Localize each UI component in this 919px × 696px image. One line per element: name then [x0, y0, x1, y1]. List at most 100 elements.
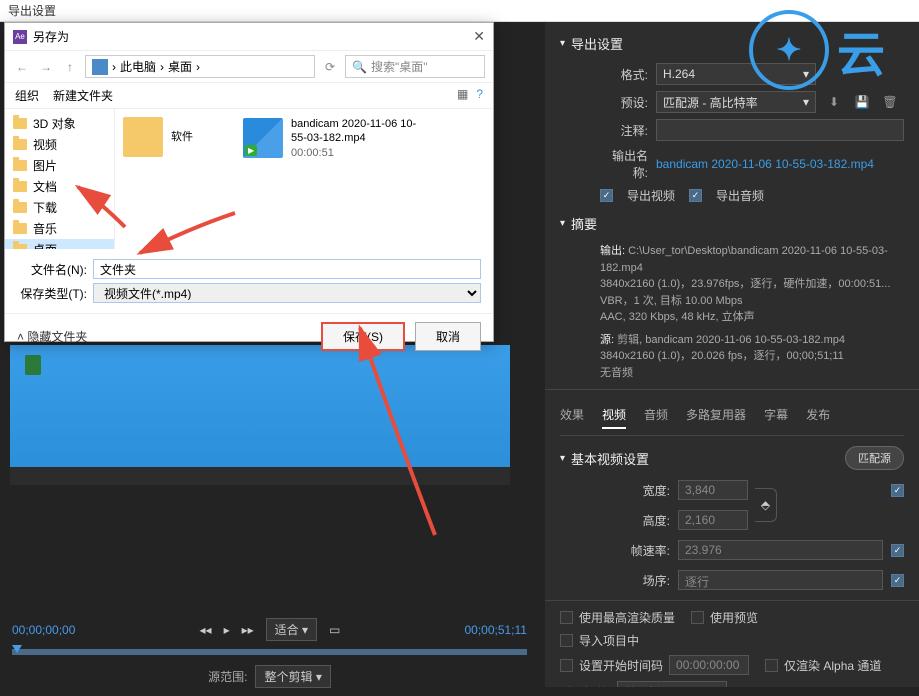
- up-arrow-icon[interactable]: ↑: [61, 58, 79, 76]
- fps-match-checkbox[interactable]: ✓: [891, 544, 904, 557]
- save-as-dialog: Ae 另存为 ✕ ← → ↑ › 此电脑 › 桌面 › ⟳ 🔍 搜索"桌面" 组…: [4, 22, 494, 342]
- import-project-label: 导入项目中: [579, 632, 639, 649]
- folder-thumb-icon: [123, 117, 163, 157]
- height-input[interactable]: 2,160: [678, 510, 748, 530]
- file-name: 软件: [171, 130, 193, 144]
- width-match-checkbox[interactable]: ✓: [891, 484, 904, 497]
- sidebar-label: 文档: [33, 178, 57, 195]
- breadcrumb-sep: ›: [112, 60, 116, 74]
- organize-button[interactable]: 组织: [15, 87, 39, 104]
- app-icon: Ae 另存为: [13, 28, 69, 45]
- summary-out-spec: 3840x2160 (1.0)，23.976fps，逐行，硬件加速，00:00:…: [600, 278, 890, 290]
- file-duration: 00:00:51: [291, 146, 423, 160]
- tab-multiplexer[interactable]: 多路复用器: [686, 406, 746, 429]
- start-tc-checkbox[interactable]: [560, 659, 573, 672]
- save-button[interactable]: 保存(S): [321, 322, 405, 351]
- sidebar-label: 音乐: [33, 220, 57, 237]
- width-input[interactable]: 3,840: [678, 480, 748, 500]
- folder-icon: [13, 223, 27, 234]
- max-quality-checkbox[interactable]: [560, 611, 573, 624]
- new-folder-button[interactable]: 新建文件夹: [53, 87, 113, 104]
- search-input[interactable]: 🔍 搜索"桌面": [345, 55, 485, 78]
- timeline-start-time[interactable]: 00;00;00;00: [12, 623, 75, 637]
- interp-dropdown[interactable]: 帧采样 ▾: [617, 681, 727, 687]
- sidebar-item-downloads[interactable]: 下载: [5, 197, 114, 218]
- close-button[interactable]: ✕: [473, 28, 485, 45]
- forward-arrow-icon[interactable]: →: [37, 58, 55, 76]
- source-range-value: 整个剪辑: [264, 670, 312, 684]
- sidebar-item-pictures[interactable]: 图片: [5, 155, 114, 176]
- field-order-dropdown[interactable]: 逐行: [678, 570, 883, 590]
- comment-input[interactable]: [656, 119, 904, 141]
- watermark-icon: ✦: [749, 10, 829, 90]
- chevron-down-icon: ▾: [560, 218, 565, 229]
- breadcrumb-pc[interactable]: 此电脑: [120, 58, 156, 75]
- sidebar-item-3d[interactable]: 3D 对象: [5, 113, 114, 134]
- search-icon: 🔍: [352, 60, 367, 74]
- view-icon[interactable]: ▦: [457, 87, 468, 104]
- play-icon[interactable]: ▸: [224, 623, 230, 637]
- hide-folders-toggle[interactable]: ˄ 隐藏文件夹: [17, 328, 87, 345]
- source-range-dropdown[interactable]: 整个剪辑 ▾: [255, 665, 330, 688]
- export-audio-checkbox[interactable]: ✓: [689, 189, 702, 202]
- sidebar-item-docs[interactable]: 文档: [5, 176, 114, 197]
- preset-label: 预设:: [600, 94, 648, 111]
- tab-video[interactable]: 视频: [602, 406, 626, 429]
- alpha-only-checkbox[interactable]: [765, 659, 778, 672]
- import-project-checkbox[interactable]: [560, 634, 573, 647]
- start-tc-input[interactable]: 00:00:00:00: [669, 655, 749, 675]
- timeline-scrubber[interactable]: [12, 649, 527, 655]
- fit-dropdown[interactable]: 适合 ▾: [266, 618, 317, 641]
- export-video-checkbox[interactable]: ✓: [600, 189, 613, 202]
- filetype-label: 保存类型(T):: [17, 285, 87, 302]
- height-label: 高度:: [600, 512, 670, 529]
- sidebar-item-video[interactable]: 视频: [5, 134, 114, 155]
- tab-effects[interactable]: 效果: [560, 406, 584, 429]
- filetype-dropdown[interactable]: 视频文件(*.mp4): [93, 283, 481, 303]
- dialog-title: 另存为: [33, 28, 69, 45]
- help-icon[interactable]: ?: [476, 87, 483, 104]
- aspect-icon[interactable]: ▭: [329, 623, 340, 637]
- file-item-folder[interactable]: 软件: [123, 117, 223, 157]
- back-arrow-icon[interactable]: ←: [13, 58, 31, 76]
- summary-out-vbr: VBR，1 次, 目标 10.00 Mbps: [600, 295, 742, 307]
- file-item-video[interactable]: bandicam 2020-11-06 10-55-03-182.mp4 00:…: [243, 117, 423, 160]
- settings-tabs: 效果 视频 音频 多路复用器 字幕 发布: [560, 400, 904, 436]
- file-name: bandicam 2020-11-06 10-55-03-182.mp4: [291, 117, 423, 146]
- sidebar-item-music[interactable]: 音乐: [5, 218, 114, 239]
- breadcrumb[interactable]: › 此电脑 › 桌面 ›: [85, 55, 315, 78]
- timeline-panel: 00;00;00;00 ◂◂ ▸ ▸▸ 适合 ▾ ▭ 00;00;51;11 源…: [0, 610, 539, 696]
- hide-folders-label: 隐藏文件夹: [27, 330, 87, 344]
- next-frame-icon[interactable]: ▸▸: [242, 623, 254, 637]
- summary-src-audio: 无音频: [600, 367, 633, 379]
- tab-captions[interactable]: 字幕: [764, 406, 788, 429]
- format-label: 格式:: [600, 66, 648, 83]
- sidebar-label: 桌面: [33, 241, 57, 249]
- filename-input[interactable]: [93, 259, 481, 279]
- summary-header[interactable]: ▾ 摘要: [560, 214, 904, 233]
- timeline-end-time: 00;00;51;11: [464, 623, 527, 637]
- prev-frame-icon[interactable]: ◂◂: [200, 623, 212, 637]
- alpha-only-label: 仅渲染 Alpha 通道: [784, 657, 881, 674]
- outname-label: 输出名称:: [600, 147, 648, 181]
- dialog-cancel-button[interactable]: 取消: [415, 322, 481, 351]
- tab-publish[interactable]: 发布: [806, 406, 830, 429]
- use-preview-checkbox[interactable]: [691, 611, 704, 624]
- chevron-up-icon: ˄: [17, 330, 24, 344]
- tab-audio[interactable]: 音频: [644, 406, 668, 429]
- output-name-link[interactable]: bandicam 2020-11-06 10-55-03-182.mp4: [656, 157, 874, 171]
- preset-value: 匹配源 - 高比特率: [663, 94, 758, 111]
- field-order-match-checkbox[interactable]: ✓: [891, 574, 904, 587]
- match-source-button[interactable]: 匹配源: [845, 446, 904, 470]
- basic-video-header[interactable]: ▾ 基本视频设置 匹配源: [560, 446, 904, 470]
- summary-out-path: C:\User_tor\Desktop\bandicam 2020-11-06 …: [600, 245, 888, 274]
- window-title: 导出设置: [8, 4, 56, 18]
- sidebar-item-desktop[interactable]: 桌面: [5, 239, 114, 249]
- fps-dropdown[interactable]: 23.976: [678, 540, 883, 560]
- sidebar-label: 3D 对象: [33, 115, 76, 132]
- link-dimensions-icon[interactable]: ⬘: [755, 488, 777, 522]
- summary-out-aac: AAC, 320 Kbps, 48 kHz, 立体声: [600, 311, 755, 323]
- refresh-icon[interactable]: ⟳: [321, 58, 339, 76]
- breadcrumb-desktop[interactable]: 桌面: [168, 58, 192, 75]
- playhead-icon[interactable]: [12, 645, 22, 653]
